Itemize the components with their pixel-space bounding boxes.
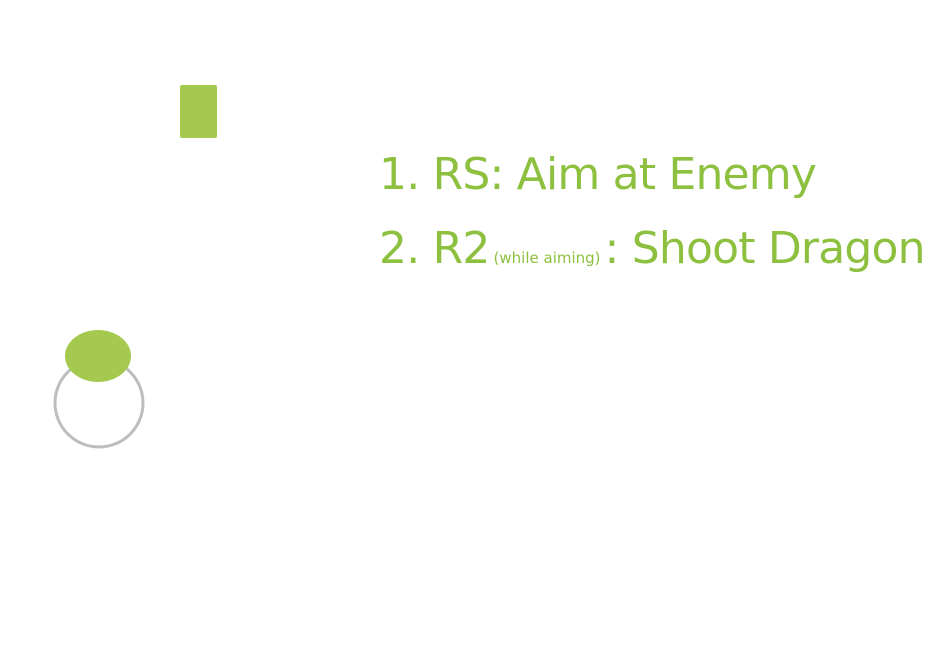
right-stick-icon (53, 330, 145, 449)
instruction-step-2: 2. R2 (while aiming): Shoot Dragon (379, 222, 926, 285)
stick-cap (65, 330, 131, 382)
instruction-step-1: 1. RS: Aim at Enemy (379, 149, 817, 200)
r2-trigger-icon (180, 85, 217, 138)
step-2-action: : Shoot Dragon (604, 223, 926, 274)
step-2-button: 2. R2 (379, 223, 490, 274)
step-2-note: (while aiming) (493, 249, 601, 267)
